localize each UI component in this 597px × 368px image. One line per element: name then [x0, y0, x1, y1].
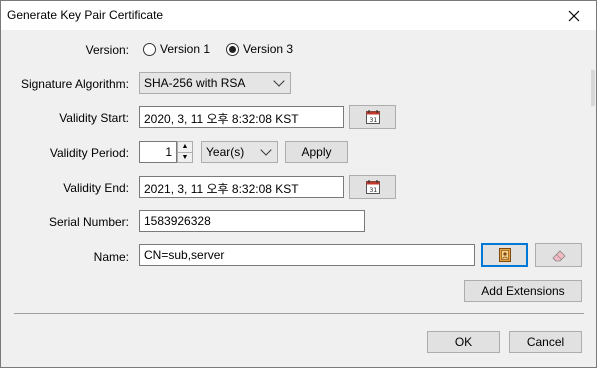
radio-unchecked-icon: [143, 42, 156, 56]
apply-button[interactable]: Apply: [285, 141, 348, 163]
cancel-button[interactable]: Cancel: [509, 331, 582, 353]
eraser-icon: [550, 248, 568, 262]
validity-end-field[interactable]: 2021, 3, 11 오후 8:32:08 KST: [139, 176, 344, 198]
version-label: Version:: [85, 43, 129, 57]
scroll-strip: [591, 70, 595, 106]
dialog-body: Version: Version 1 Version 3 Signature A…: [2, 30, 595, 367]
version-1-radio[interactable]: Version 1: [143, 42, 210, 56]
close-button[interactable]: [552, 1, 596, 30]
name-browse-button[interactable]: [481, 243, 528, 267]
stepper-down-icon[interactable]: ▼: [178, 151, 192, 163]
stepper-up-icon[interactable]: ▲: [178, 142, 192, 152]
svg-text:31: 31: [369, 187, 377, 194]
calendar-icon: 31: [365, 109, 381, 125]
version-radio-group: Version 1 Version 3: [143, 42, 293, 56]
add-extensions-button[interactable]: Add Extensions: [464, 280, 582, 302]
validity-period-unit-value: Year(s): [206, 145, 245, 159]
address-book-icon: [498, 247, 512, 263]
chevron-down-icon: [260, 144, 272, 156]
validity-period-input[interactable]: 1: [139, 141, 177, 163]
validity-start-calendar-button[interactable]: 31: [349, 105, 396, 129]
validity-start-label: Validity Start:: [59, 111, 129, 125]
close-icon: [568, 10, 580, 22]
validity-end-label: Validity End:: [63, 181, 129, 195]
signature-algorithm-select[interactable]: SHA-256 with RSA: [139, 72, 291, 94]
name-label: Name:: [93, 250, 129, 264]
version-1-label: Version 1: [160, 42, 211, 56]
svg-text:31: 31: [369, 117, 377, 124]
title-bar: Generate Key Pair Certificate: [1, 1, 596, 30]
separator: [14, 313, 584, 314]
name-clear-button[interactable]: [535, 243, 582, 267]
serial-number-field[interactable]: 1583926328: [139, 210, 365, 232]
window-title: Generate Key Pair Certificate: [7, 8, 164, 22]
dialog-window: Generate Key Pair Certificate Version: V…: [0, 0, 597, 368]
validity-period-label: Validity Period:: [49, 146, 129, 160]
signature-algorithm-label: Signature Algorithm:: [20, 77, 129, 91]
version-3-label: Version 3: [243, 42, 294, 56]
ok-button[interactable]: OK: [427, 331, 500, 353]
serial-number-label: Serial Number:: [48, 215, 129, 229]
name-field[interactable]: CN=sub,server: [139, 244, 475, 266]
signature-algorithm-value: SHA-256 with RSA: [144, 76, 246, 90]
validity-end-calendar-button[interactable]: 31: [349, 175, 396, 199]
calendar-icon: 31: [365, 179, 381, 195]
validity-start-field[interactable]: 2020, 3, 11 오후 8:32:08 KST: [139, 106, 344, 128]
validity-period-unit-select[interactable]: Year(s): [201, 141, 278, 163]
version-3-radio[interactable]: Version 3: [226, 42, 293, 56]
chevron-down-icon: [273, 75, 285, 87]
radio-checked-icon: [226, 42, 240, 56]
validity-period-stepper[interactable]: ▲ ▼: [177, 141, 193, 163]
